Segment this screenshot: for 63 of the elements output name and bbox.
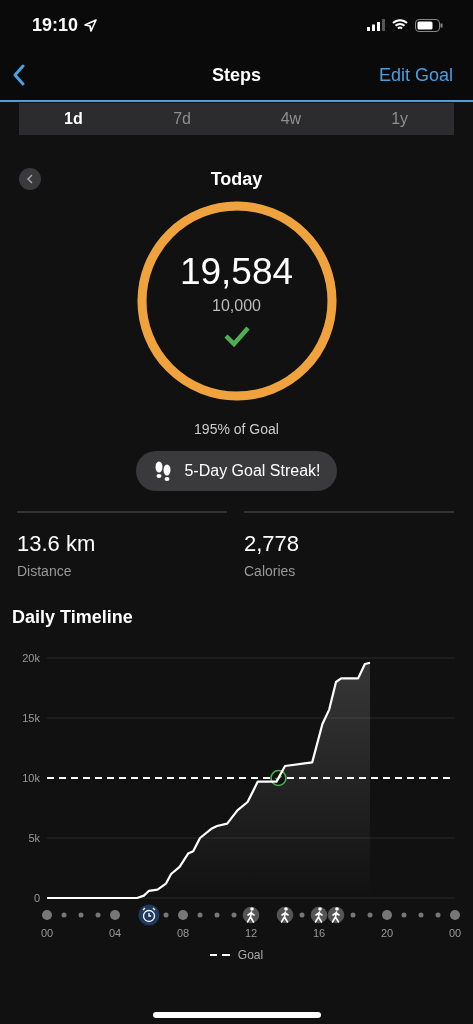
x-axis-label: 16 — [312, 927, 326, 939]
hour-dot — [367, 912, 373, 918]
x-axis-label: 04 — [108, 927, 122, 939]
hour-dot — [197, 912, 203, 918]
hour-dot — [78, 912, 84, 918]
x-axis-label: 08 — [176, 927, 190, 939]
goal-streak-button[interactable]: 5-Day Goal Streak! — [136, 451, 337, 491]
back-button[interactable] — [12, 64, 26, 86]
hour-dot — [42, 910, 52, 920]
hour-dot — [382, 910, 392, 920]
hour-dot — [163, 912, 169, 918]
y-axis-label: 5k — [28, 832, 40, 844]
walking-person-icon[interactable] — [242, 906, 260, 924]
y-axis-label: 10k — [22, 772, 40, 784]
walking-person-icon[interactable] — [327, 906, 345, 924]
signal-icon — [367, 19, 385, 31]
battery-icon — [415, 18, 443, 32]
hour-dot — [299, 912, 305, 918]
chevron-left-icon — [26, 174, 34, 184]
hour-dot — [214, 912, 220, 918]
hour-dot — [401, 912, 407, 918]
goal-percentage: 195% of Goal — [193, 421, 280, 437]
status-time: 19:10 — [32, 14, 79, 36]
period-tab[interactable]: 1d — [19, 103, 128, 135]
hour-dot — [350, 912, 356, 918]
hour-dot — [450, 910, 460, 920]
stat-label: Calories — [244, 563, 297, 579]
y-axis-label: 20k — [22, 652, 40, 664]
step-count: 19,584 — [179, 251, 294, 293]
screen-title: Steps — [212, 64, 261, 85]
hour-dot — [110, 910, 120, 920]
edit-goal-button[interactable]: Edit Goal — [378, 64, 453, 86]
hour-dot — [435, 912, 441, 918]
hour-dot — [95, 912, 101, 918]
x-axis-label: 20 — [380, 927, 394, 939]
x-axis-label: 00 — [448, 927, 462, 939]
stat-label: Distance — [17, 563, 73, 579]
previous-button[interactable] — [19, 168, 41, 190]
period-tab[interactable]: 4w — [236, 103, 346, 135]
walking-person-icon[interactable] — [276, 906, 294, 924]
x-axis-label: 12 — [244, 927, 258, 939]
x-axis-label: 00 — [40, 927, 54, 939]
step-goal: 10,000 — [212, 297, 261, 315]
legend-label: Goal — [237, 948, 264, 962]
dashed-line-icon — [209, 954, 230, 956]
goal-reached-icon — [270, 769, 287, 787]
hour-dot — [178, 910, 188, 920]
chevron-left-icon — [12, 64, 26, 86]
section-title: Daily Timeline — [12, 607, 134, 628]
hour-dot — [61, 912, 67, 918]
alarm-clock-icon[interactable] — [138, 904, 160, 926]
stat-value: 2,778 — [244, 531, 301, 557]
hour-dot — [231, 912, 237, 918]
stat-value: 13.6 km — [17, 531, 97, 557]
y-axis-label: 15k — [22, 712, 40, 724]
period-tab[interactable]: 7d — [127, 103, 237, 135]
y-axis-label: 0 — [33, 892, 40, 904]
period-tab[interactable]: 1y — [345, 103, 454, 135]
walking-person-icon[interactable] — [310, 906, 328, 924]
location-arrow-icon — [84, 18, 98, 32]
wifi-icon — [392, 19, 408, 31]
hour-dot — [418, 912, 424, 918]
period-title: Today — [210, 168, 263, 190]
